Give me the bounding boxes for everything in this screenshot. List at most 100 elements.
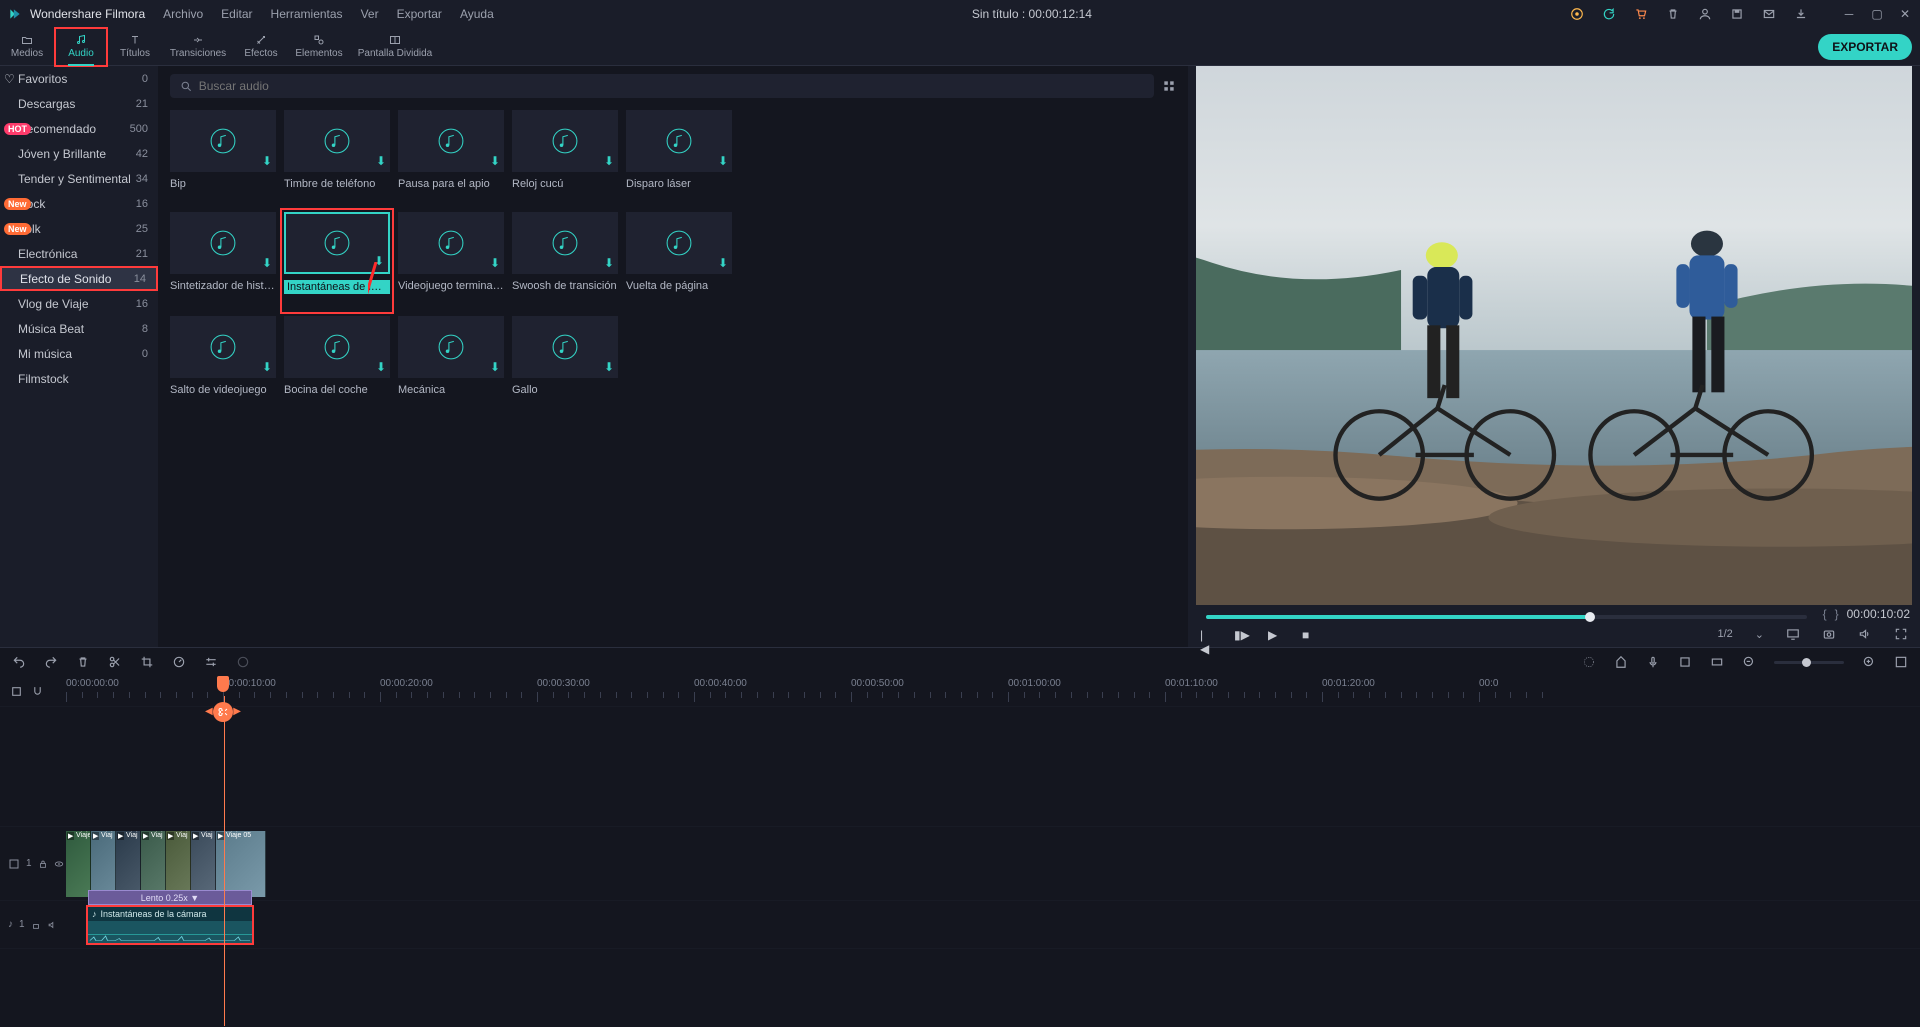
user-icon[interactable]: [1698, 7, 1712, 21]
mixer-icon[interactable]: [1582, 655, 1596, 669]
download-arrow-icon[interactable]: ⬇: [374, 254, 384, 268]
voice-icon[interactable]: [1646, 655, 1660, 669]
cart-icon[interactable]: [1634, 7, 1648, 21]
sidebar-item-favoritos[interactable]: ♡ Favoritos 0: [0, 66, 158, 91]
download-arrow-icon[interactable]: ⬇: [718, 256, 728, 270]
menu-ver[interactable]: Ver: [361, 7, 379, 21]
download-icon[interactable]: [1794, 7, 1808, 21]
download-arrow-icon[interactable]: ⬇: [262, 154, 272, 168]
preview-page-indicator[interactable]: 1/2: [1717, 628, 1732, 640]
sidebar-item-electronica[interactable]: Electrónica 21: [0, 241, 158, 266]
sidebar-item-recomendado[interactable]: HOT Recomendado 500: [0, 116, 158, 141]
sidebar-item-tender[interactable]: Tender y Sentimental 34: [0, 166, 158, 191]
timeline-settings-icon[interactable]: [10, 685, 23, 698]
download-arrow-icon[interactable]: ⬇: [604, 360, 614, 374]
asset-item[interactable]: ⬇ Bocina del coche: [284, 316, 390, 396]
speed-badge[interactable]: Lento 0.25x ▼: [88, 890, 252, 905]
audio-clip[interactable]: Lento 0.25x ▼ ♪ Instantáneas de la cámar…: [86, 905, 254, 945]
asset-item[interactable]: ⬇ Pausa para el apio: [398, 110, 504, 190]
prev-frame-button[interactable]: |◀: [1200, 628, 1212, 640]
trash-icon[interactable]: [76, 655, 90, 669]
mark-out-icon[interactable]: }: [1835, 607, 1839, 621]
save-icon[interactable]: [1730, 7, 1744, 21]
menu-archivo[interactable]: Archivo: [163, 7, 203, 21]
eye-icon[interactable]: [54, 859, 64, 869]
video-clip[interactable]: ▶Viaj: [116, 831, 141, 897]
asset-item[interactable]: ⬇ Timbre de teléfono: [284, 110, 390, 190]
menu-exportar[interactable]: Exportar: [397, 7, 442, 21]
download-arrow-icon[interactable]: ⬇: [490, 154, 500, 168]
step-back-button[interactable]: ▮▶: [1234, 628, 1246, 640]
tab-transiciones[interactable]: Transiciones: [162, 28, 234, 66]
preview-video[interactable]: [1196, 66, 1912, 605]
video-clip[interactable]: ▶Viaj: [141, 831, 166, 897]
mute-icon[interactable]: [47, 920, 57, 930]
asset-item[interactable]: ⬇ Mecánica: [398, 316, 504, 396]
download-arrow-icon[interactable]: ⬇: [376, 360, 386, 374]
sidebar-item-vlog[interactable]: Vlog de Viaje 16: [0, 291, 158, 316]
play-button[interactable]: ▶: [1268, 628, 1280, 640]
zoom-slider[interactable]: [1774, 661, 1844, 664]
video-clip[interactable]: ▶Viaje: [66, 831, 91, 897]
video-clip[interactable]: ▶Viaj: [191, 831, 216, 897]
chevron-down-icon[interactable]: ⌄: [1755, 628, 1764, 641]
preview-progress[interactable]: [1206, 615, 1807, 619]
asset-item[interactable]: ⬇ Disparo láser: [626, 110, 732, 190]
download-arrow-icon[interactable]: ⬇: [490, 360, 500, 374]
color-icon[interactable]: [236, 655, 250, 669]
tab-titulos[interactable]: Títulos: [108, 28, 162, 66]
zoom-in-icon[interactable]: [1862, 655, 1876, 669]
download-arrow-icon[interactable]: ⬇: [376, 154, 386, 168]
sidebar-item-folk[interactable]: New Folk 25: [0, 216, 158, 241]
tab-audio[interactable]: Audio: [54, 27, 108, 67]
crop-icon[interactable]: [140, 655, 154, 669]
download-arrow-icon[interactable]: ⬇: [490, 256, 500, 270]
export-button[interactable]: EXPORTAR: [1818, 34, 1912, 60]
asset-item[interactable]: ⬇ Gallo: [512, 316, 618, 396]
sidebar-item-rock[interactable]: New Rock 16: [0, 191, 158, 216]
delete-icon[interactable]: [1666, 7, 1680, 21]
sidebar-item-descargas[interactable]: Descargas 21: [0, 91, 158, 116]
split-icon[interactable]: [108, 655, 122, 669]
window-close[interactable]: ✕: [1898, 7, 1912, 21]
menu-herramientas[interactable]: Herramientas: [271, 7, 343, 21]
tab-medios[interactable]: Medios: [0, 28, 54, 66]
asset-item[interactable]: ⬇ Videojuego terminado: [398, 212, 504, 294]
tab-elementos[interactable]: Elementos: [288, 28, 350, 66]
mail-icon[interactable]: [1762, 7, 1776, 21]
asset-item[interactable]: ⬇ Instantáneas de la cá…: [284, 212, 390, 294]
zoom-fit-icon[interactable]: [1894, 655, 1908, 669]
refresh-icon[interactable]: [1602, 7, 1616, 21]
tab-efectos[interactable]: Efectos: [234, 28, 288, 66]
zoom-out-icon[interactable]: [1742, 655, 1756, 669]
download-arrow-icon[interactable]: ⬇: [604, 154, 614, 168]
download-arrow-icon[interactable]: ⬇: [262, 256, 272, 270]
sidebar-item-beat[interactable]: Música Beat 8: [0, 316, 158, 341]
asset-item[interactable]: ⬇ Reloj cucú: [512, 110, 618, 190]
sidebar-item-efecto-sonido[interactable]: Efecto de Sonido 14: [0, 266, 158, 291]
asset-item[interactable]: ⬇ Salto de videojuego: [170, 316, 276, 396]
sidebar-item-joven[interactable]: Jóven y Brillante 42: [0, 141, 158, 166]
redo-icon[interactable]: [44, 655, 58, 669]
playhead[interactable]: ◀▶: [217, 676, 231, 696]
tab-split-screen[interactable]: Pantalla Dividida: [350, 28, 440, 66]
mark-in-icon[interactable]: {: [1823, 607, 1827, 621]
timeline-ruler[interactable]: ◀▶ 00:00:00:0000:00:10:0000:00:20:0000:0…: [66, 676, 1920, 706]
volume-icon[interactable]: [1858, 627, 1872, 641]
lock-icon[interactable]: [38, 859, 48, 869]
snapshot-icon[interactable]: [1822, 627, 1836, 641]
menu-editar[interactable]: Editar: [221, 7, 252, 21]
render-icon[interactable]: [1678, 655, 1692, 669]
video-track-head[interactable]: 1: [0, 827, 66, 900]
monitor-icon[interactable]: [1786, 627, 1800, 641]
asset-item[interactable]: ⬇ Bip: [170, 110, 276, 190]
video-clip[interactable]: ▶Viaj: [166, 831, 191, 897]
audio-track-head[interactable]: ♪ 1: [0, 901, 66, 948]
menu-ayuda[interactable]: Ayuda: [460, 7, 494, 21]
fullscreen-icon[interactable]: [1894, 627, 1908, 641]
video-clip-strip[interactable]: ▶Viaje▶Viaj▶Viaj▶Viaj▶Viaj▶Viaj▶Viaje 05: [66, 831, 266, 897]
asset-item[interactable]: ⬇ Swoosh de transición: [512, 212, 618, 294]
window-minimize[interactable]: ─: [1842, 7, 1856, 21]
marker-icon[interactable]: [1614, 655, 1628, 669]
snap-icon[interactable]: [1710, 655, 1724, 669]
